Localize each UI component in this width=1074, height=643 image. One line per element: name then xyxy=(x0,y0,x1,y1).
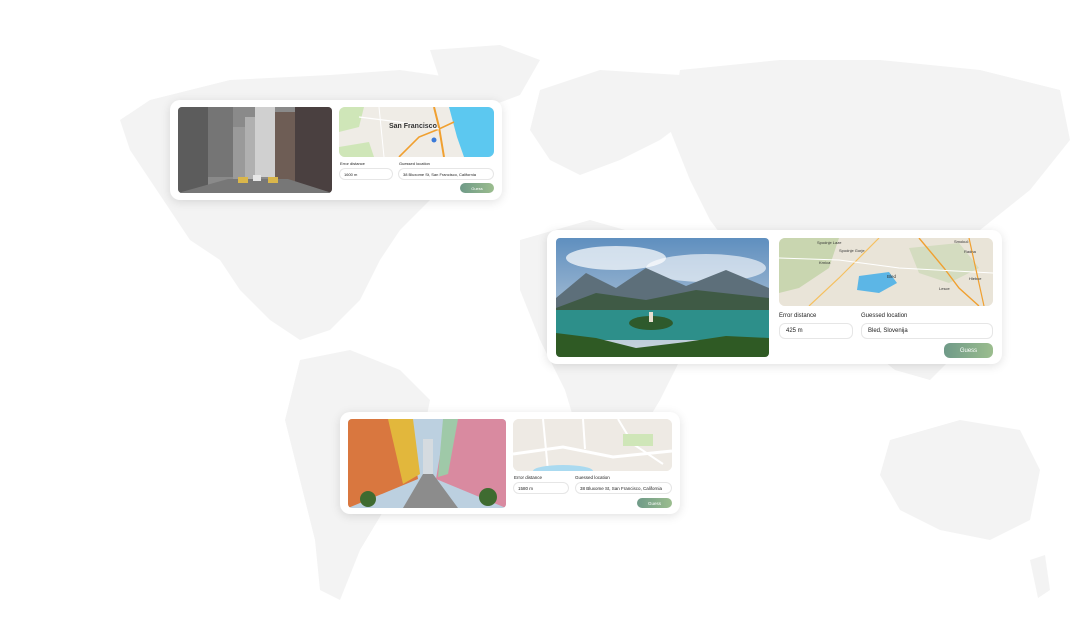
guessed-location-field[interactable]: Bled, Slovenija xyxy=(861,323,993,339)
map-label-radna: Radna xyxy=(964,249,976,254)
guessed-location-field[interactable]: 38 Bluxome St, San Francisco, California xyxy=(575,482,672,494)
map-label-spodnje-gorje: Spodnje Gorje xyxy=(839,248,865,253)
error-distance-field: 1600 m xyxy=(339,168,393,180)
map-label-spodnje-laze: Spodnje Laze xyxy=(817,240,842,245)
error-distance-field: 1580 m xyxy=(513,482,569,494)
guess-button[interactable]: Guess xyxy=(460,183,494,193)
guess-card-1: San Francisco Error distance Guessed loc… xyxy=(170,100,502,200)
guess-card-2: Spodnje Laze Spodnje Gorje Krnica Bled S… xyxy=(547,230,1002,364)
error-distance-field: 425 m xyxy=(779,323,853,339)
guess-button[interactable]: Guess xyxy=(944,343,993,358)
landscape-photo-bled xyxy=(556,238,769,357)
map-label-bled: Bled xyxy=(887,274,897,279)
street-photo-colorful xyxy=(348,419,506,508)
street-photo-new-york xyxy=(178,107,332,193)
map-label-lesce: Lesce xyxy=(939,286,950,291)
guess-map-1[interactable]: San Francisco xyxy=(339,107,494,157)
guess-card-3: Error distance Guessed location 1580 m 3… xyxy=(340,412,680,514)
map-city-label: San Francisco xyxy=(389,123,437,130)
guessed-location-label: Guessed location xyxy=(399,161,430,166)
error-distance-label: Error distance xyxy=(779,313,817,319)
map-label-smokuc: Smokuč xyxy=(954,239,969,244)
map-label-krnica: Krnica xyxy=(819,260,831,265)
guess-map-2[interactable]: Spodnje Laze Spodnje Gorje Krnica Bled S… xyxy=(779,238,993,306)
guessed-location-field[interactable]: 38 Bluxome St, San Francisco, California xyxy=(398,168,494,180)
error-distance-label: Error distance xyxy=(340,161,365,166)
guessed-location-label: Guessed location xyxy=(861,313,908,319)
map-label-hlebce: Hlebce xyxy=(969,276,982,281)
error-distance-label: Error distance xyxy=(514,475,543,480)
guess-button[interactable]: Guess xyxy=(637,498,672,508)
guessed-location-label: Guessed location xyxy=(575,475,610,480)
guess-map-3[interactable] xyxy=(513,419,672,471)
